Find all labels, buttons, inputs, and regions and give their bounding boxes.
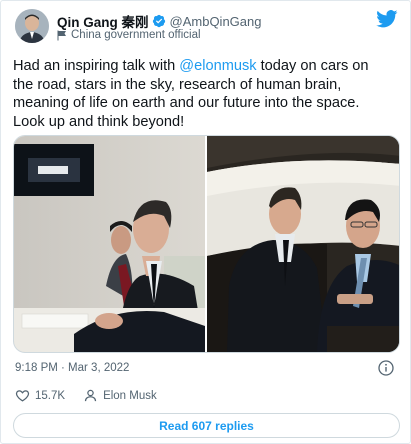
tweet-line-1: Had an inspiring talk with @elonmusk tod… (13, 57, 403, 76)
tweet-media (13, 135, 400, 353)
twitter-bird-icon[interactable] (376, 10, 398, 28)
tweet-text: Had an inspiring talk with @elonmusk tod… (13, 57, 403, 131)
media-photo-meeting-room[interactable] (14, 136, 205, 352)
like-action[interactable]: 15.7K (15, 388, 65, 403)
tweet-actions: 15.7K Elon Musk (15, 388, 157, 403)
photo-car-interior-image (207, 136, 399, 352)
media-photo-car-interior[interactable] (207, 136, 399, 352)
tweet-line-2: the road, stars in the sky, research of … (13, 76, 342, 93)
read-replies-button[interactable]: Read 607 replies (13, 413, 400, 438)
info-icon[interactable] (378, 360, 394, 376)
profile-name: Elon Musk (103, 389, 157, 402)
verified-badge-icon (152, 14, 165, 28)
tweet-timestamp[interactable]: 9:18 PM · Mar 3, 2022 (15, 362, 129, 374)
affiliation-label: China government official (57, 29, 201, 41)
author-name-row[interactable]: Qin Gang 秦刚 @AmbQinGang (57, 11, 261, 31)
person-icon[interactable] (83, 388, 98, 403)
like-count: 15.7K (35, 389, 66, 402)
tweet-card: Qin Gang 秦刚 @AmbQinGang China government… (0, 0, 411, 444)
tweet-text-segment: Had an inspiring talk with (13, 58, 180, 74)
tweet-text-segment: today on cars on (256, 58, 369, 74)
flag-icon (57, 30, 66, 40)
author-avatar[interactable] (15, 9, 49, 43)
affiliation-text: China government official (71, 29, 201, 41)
heart-icon[interactable] (15, 388, 30, 403)
avatar-image (15, 9, 49, 43)
photo-meeting-room-image (14, 136, 205, 352)
tweet-line-3: meaning of life on earth and our future … (13, 95, 360, 111)
tweet-line-4: Look up and think beyond! (13, 113, 185, 130)
author-handle[interactable]: @AmbQinGang (170, 14, 262, 29)
profile-action[interactable]: Elon Musk (83, 388, 157, 403)
mention-link[interactable]: @elonmusk (179, 58, 256, 74)
author-name[interactable]: Qin Gang 秦刚 (57, 11, 149, 31)
